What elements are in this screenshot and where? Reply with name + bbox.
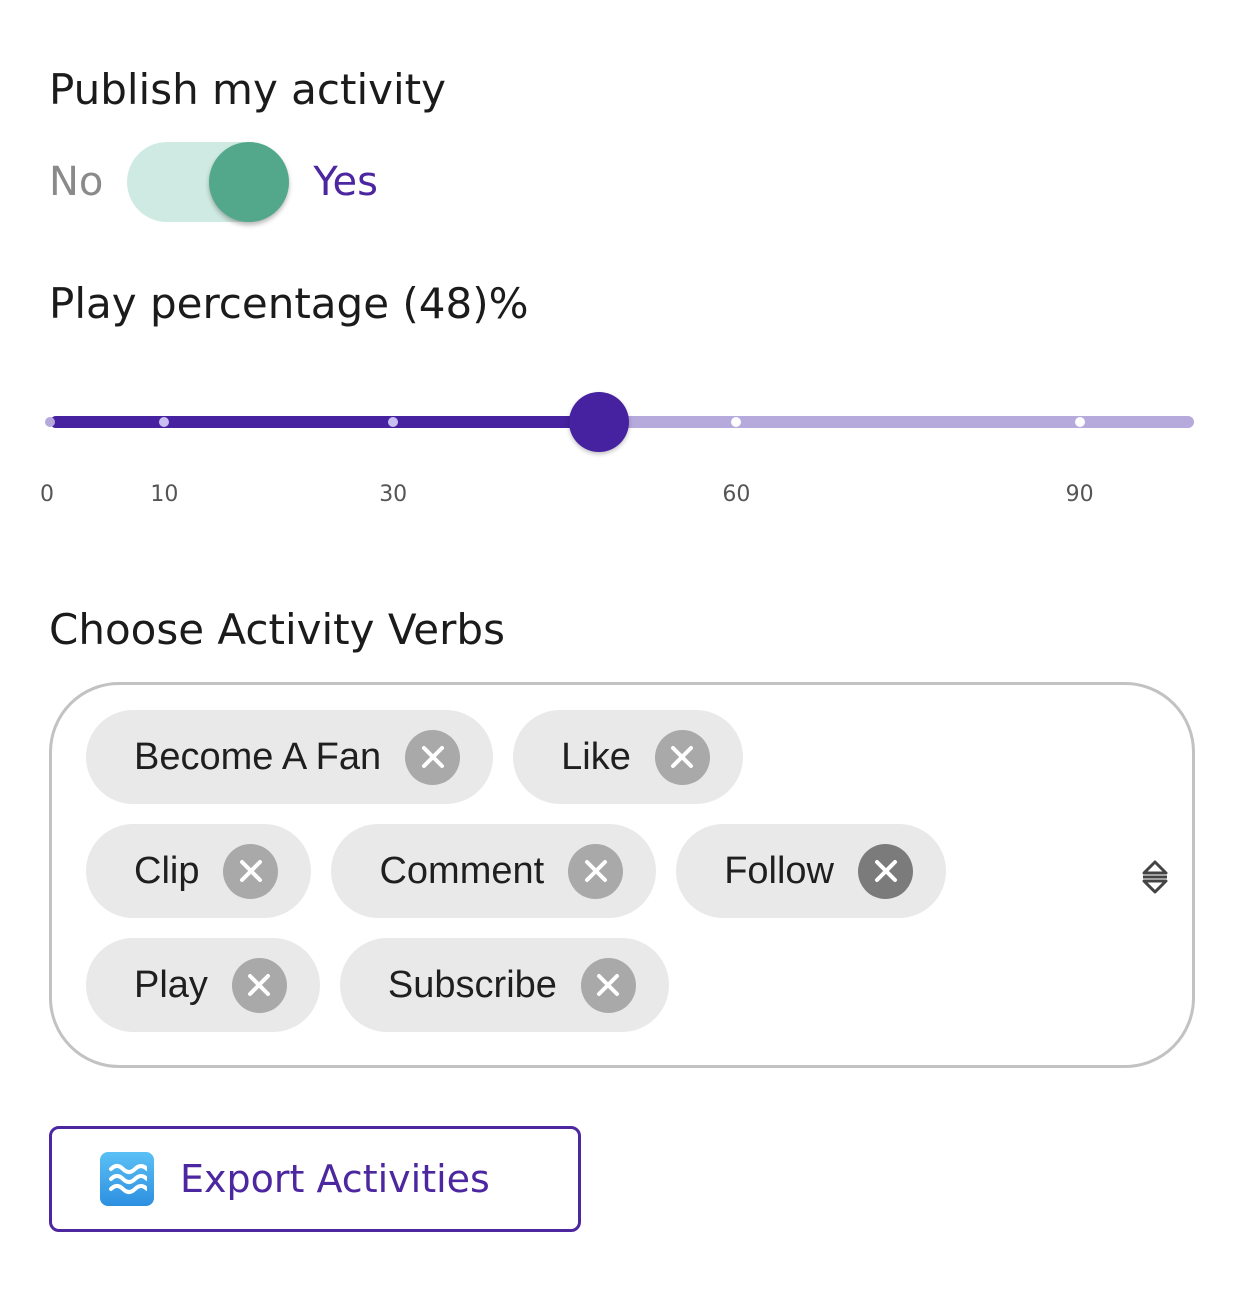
slider-mark — [45, 417, 55, 427]
export-label: Export Activities — [180, 1157, 490, 1201]
remove-chip-button[interactable] — [405, 729, 461, 785]
remove-chip-button[interactable] — [580, 957, 636, 1013]
publish-toggle[interactable] — [127, 142, 290, 222]
play-percentage-title: Play percentage (48)% — [49, 279, 529, 328]
slider-mark-label: 90 — [1065, 482, 1094, 507]
remove-chip-button[interactable] — [223, 843, 279, 899]
remove-chip-button[interactable] — [231, 957, 287, 1013]
chip-label: Comment — [379, 849, 545, 892]
toggle-off-label: No — [49, 159, 104, 205]
verbs-select[interactable]: Become A Fan Like Clip Comment Follow Pl… — [49, 682, 1195, 1068]
publish-title: Publish my activity — [49, 65, 446, 114]
close-icon — [874, 860, 897, 882]
slider-mark-label: 10 — [150, 482, 179, 507]
water-wave-icon — [100, 1152, 154, 1206]
export-activities-button[interactable]: Export Activities — [49, 1126, 581, 1232]
chip-row: Clip Comment Follow — [86, 824, 946, 918]
chip-play: Play — [86, 938, 320, 1032]
play-percentage-slider[interactable] — [45, 392, 1194, 452]
chip-label: Follow — [724, 849, 834, 892]
chip-label: Subscribe — [387, 963, 557, 1006]
chip-label: Like — [561, 735, 631, 778]
toggle-knob[interactable] — [209, 142, 290, 222]
chip-clip: Clip — [86, 824, 312, 918]
slider-mark — [1074, 417, 1085, 427]
chip-become-a-fan: Become A Fan — [86, 710, 494, 804]
verbs-title: Choose Activity Verbs — [49, 605, 505, 654]
chip-follow: Follow — [676, 824, 946, 918]
close-icon — [421, 746, 444, 768]
sort-arrows-icon[interactable] — [1140, 857, 1170, 897]
publish-toggle-row: No Yes — [49, 140, 378, 224]
chip-label: Clip — [134, 849, 200, 892]
chip-like: Like — [513, 710, 743, 804]
slider-mark-label: 60 — [722, 482, 751, 507]
chip-label: Play — [134, 963, 208, 1006]
remove-chip-button[interactable] — [858, 843, 913, 899]
slider-mark-label: 0 — [40, 482, 54, 507]
chip-label: Become A Fan — [134, 735, 382, 778]
slider-track-fill — [50, 416, 600, 428]
toggle-on-label: Yes — [313, 159, 378, 205]
remove-chip-button[interactable] — [568, 843, 624, 899]
chip-row: Become A Fan Like — [86, 710, 743, 804]
chip-subscribe: Subscribe — [339, 938, 669, 1032]
close-icon — [597, 974, 620, 996]
close-icon — [239, 860, 262, 882]
close-icon — [671, 746, 694, 768]
close-icon — [248, 974, 271, 996]
slider-thumb[interactable] — [569, 392, 630, 452]
close-icon — [584, 860, 607, 882]
chip-comment: Comment — [331, 824, 657, 918]
chip-row: Play Subscribe — [86, 938, 669, 1032]
remove-chip-button[interactable] — [654, 729, 710, 785]
slider-mark-label: 30 — [379, 482, 408, 507]
